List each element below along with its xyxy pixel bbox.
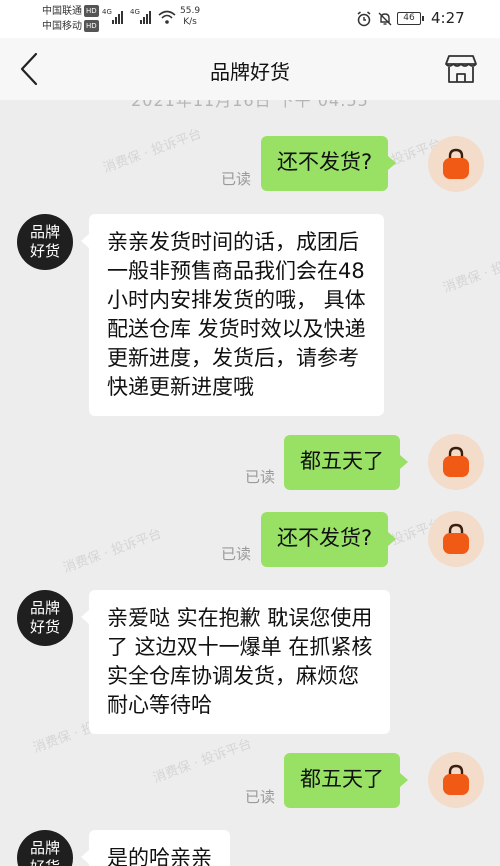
chat-area[interactable]: 2021年11月16日 下午 04:55 消费保 · 投诉平台 消费保 · 投诉… bbox=[0, 100, 500, 866]
shop-avatar[interactable]: 品牌好货 bbox=[17, 214, 73, 270]
page-title: 品牌好货 bbox=[210, 60, 290, 84]
shopping-bag-icon bbox=[443, 764, 469, 795]
read-status: 已读 bbox=[221, 170, 252, 188]
network-type-2: 4G bbox=[130, 8, 140, 16]
message-bubble-received[interactable]: 亲亲发货时间的话，成团后 一般非预售商品我们会在48 小时内安排发货的哦， 具体… bbox=[81, 214, 384, 416]
user-avatar[interactable] bbox=[428, 136, 484, 192]
message-bubble-sent[interactable]: 还不发货? bbox=[261, 136, 397, 191]
message-bubble-sent[interactable]: 还不发货? bbox=[261, 512, 397, 567]
mute-bell-icon bbox=[378, 12, 392, 26]
shopping-bag-icon bbox=[443, 148, 469, 179]
status-bar: 中国联通 HD 中国移动 HD 4G 4G 55.9 K/s 46 4:27 bbox=[0, 0, 500, 38]
shop-button[interactable] bbox=[444, 52, 478, 86]
read-status: 已读 bbox=[245, 468, 276, 486]
signal-2-icon bbox=[140, 10, 151, 24]
message-bubble-sent[interactable]: 都五天了 bbox=[284, 753, 408, 808]
message-bubble-sent[interactable]: 都五天了 bbox=[284, 435, 408, 490]
watermark: 消费保 · 投诉平台 bbox=[61, 526, 164, 577]
battery-icon: 46 bbox=[397, 12, 424, 25]
watermark: 消费保 · 投诉平台 bbox=[101, 126, 204, 177]
wifi-icon bbox=[158, 10, 176, 24]
shopping-bag-icon bbox=[443, 446, 469, 477]
message-timestamp: 2021年11月16日 下午 04:55 bbox=[131, 100, 369, 110]
network-type-1: 4G bbox=[102, 8, 112, 16]
watermark: 消费保 · 投诉平台 bbox=[151, 736, 254, 787]
watermark: 消费保 · 投诉平台 bbox=[441, 246, 500, 297]
carrier-1: 中国联通 HD bbox=[42, 5, 99, 17]
user-avatar[interactable] bbox=[428, 752, 484, 808]
shop-avatar[interactable]: 品牌好货 bbox=[17, 590, 73, 646]
signal-1-icon bbox=[112, 10, 123, 24]
nav-bar: 品牌好货 bbox=[0, 38, 500, 100]
carrier-2: 中国移动 HD bbox=[42, 20, 99, 32]
read-status: 已读 bbox=[245, 788, 276, 806]
message-bubble-received[interactable]: 是的哈亲亲 bbox=[81, 830, 230, 866]
shopping-bag-icon bbox=[443, 523, 469, 554]
shop-avatar[interactable]: 品牌好货 bbox=[17, 830, 73, 866]
clock: 4:27 bbox=[431, 9, 465, 27]
network-speed: 55.9 K/s bbox=[180, 6, 201, 27]
storefront-icon bbox=[445, 55, 477, 83]
message-bubble-received[interactable]: 亲爱哒 实在抱歉 耽误您使用 了 这边双十一爆单 在抓紧核 实全仓库协调发货，麻… bbox=[80, 590, 391, 734]
user-avatar[interactable] bbox=[428, 511, 484, 567]
user-avatar[interactable] bbox=[428, 434, 484, 490]
read-status: 已读 bbox=[221, 545, 252, 563]
alarm-icon bbox=[357, 11, 371, 27]
